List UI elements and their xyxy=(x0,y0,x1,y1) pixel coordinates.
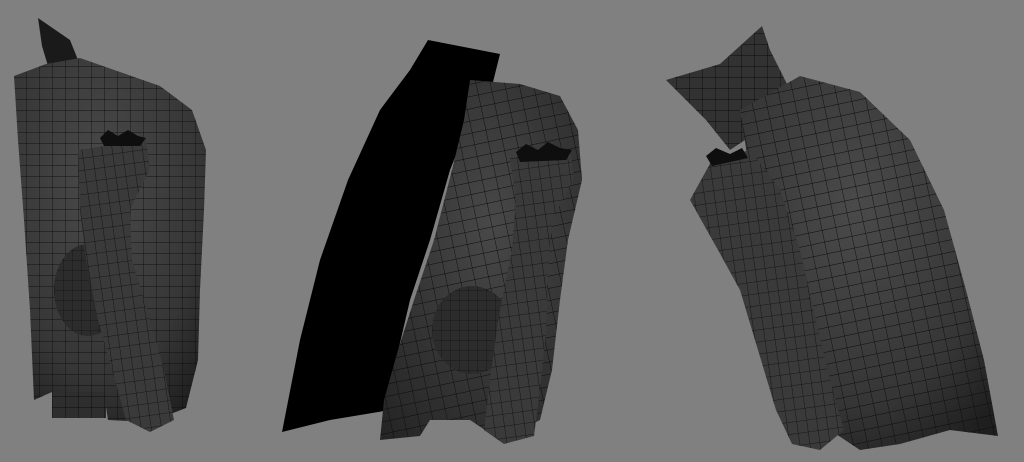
render-canvas xyxy=(14,18,998,450)
3d-viewport[interactable] xyxy=(0,0,1024,462)
collar-mesh xyxy=(38,18,78,66)
torso-model-front-view[interactable] xyxy=(14,18,206,432)
torso-model-three-quarter-view[interactable] xyxy=(282,40,582,444)
torso-model-side-view[interactable] xyxy=(666,26,998,450)
